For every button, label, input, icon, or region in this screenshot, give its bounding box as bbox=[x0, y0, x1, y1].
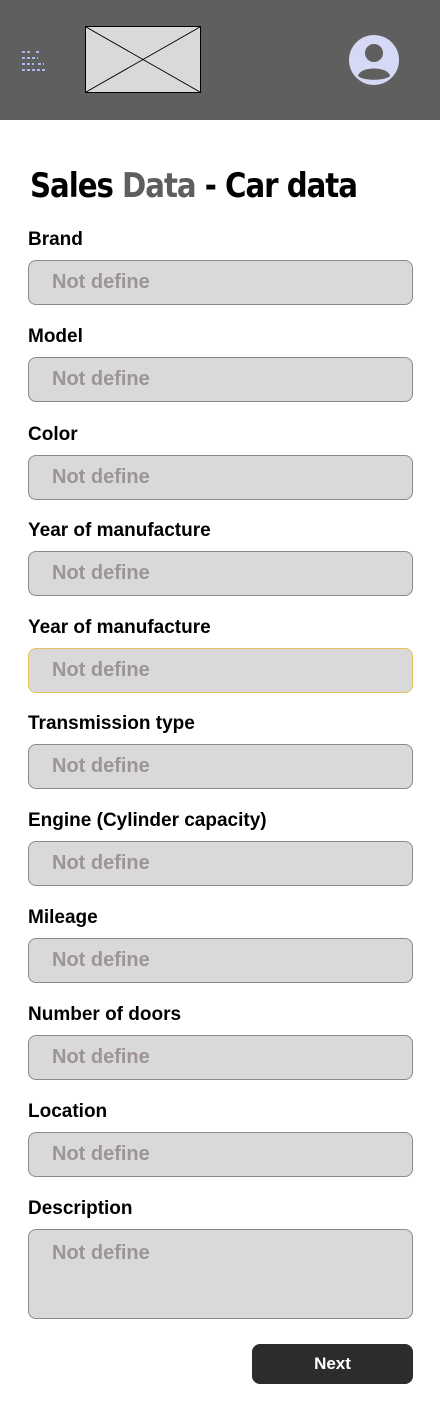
mileage-input[interactable] bbox=[28, 938, 413, 983]
number-of-doors-label: Number of doors bbox=[28, 1004, 182, 1025]
year-of-manufacture-input[interactable] bbox=[28, 551, 413, 596]
title-data: Data bbox=[122, 166, 197, 206]
year-of-manufacture-2-input[interactable] bbox=[28, 648, 413, 693]
location-label: Location bbox=[28, 1101, 108, 1122]
app-header bbox=[0, 0, 440, 120]
number-of-doors-input[interactable] bbox=[28, 1035, 413, 1080]
mileage-label: Mileage bbox=[28, 907, 98, 928]
brand-label: Brand bbox=[28, 229, 83, 250]
year-of-manufacture-label: Year of manufacture bbox=[28, 520, 211, 541]
title-car-data: - Car data bbox=[195, 166, 358, 206]
description-label: Description bbox=[28, 1198, 133, 1219]
user-avatar-icon[interactable] bbox=[348, 34, 400, 86]
brand-input[interactable] bbox=[28, 260, 413, 305]
location-input[interactable] bbox=[28, 1132, 413, 1177]
year-of-manufacture-2-label: Year of manufacture bbox=[28, 617, 211, 638]
model-label: Model bbox=[28, 326, 83, 347]
next-button[interactable]: Next bbox=[252, 1344, 413, 1384]
transmission-type-input[interactable] bbox=[28, 744, 413, 789]
engine-label: Engine (Cylinder capacity) bbox=[28, 810, 267, 831]
title-sales: Sales bbox=[30, 166, 123, 206]
description-input[interactable] bbox=[28, 1229, 413, 1319]
menu-icon[interactable] bbox=[20, 48, 48, 76]
color-input[interactable] bbox=[28, 455, 413, 500]
color-label: Color bbox=[28, 424, 78, 445]
model-input[interactable] bbox=[28, 357, 413, 402]
page-title: Sales Data - Car data bbox=[30, 166, 358, 206]
image-placeholder-icon bbox=[85, 26, 201, 93]
transmission-type-label: Transmission type bbox=[28, 713, 195, 734]
engine-input[interactable] bbox=[28, 841, 413, 886]
